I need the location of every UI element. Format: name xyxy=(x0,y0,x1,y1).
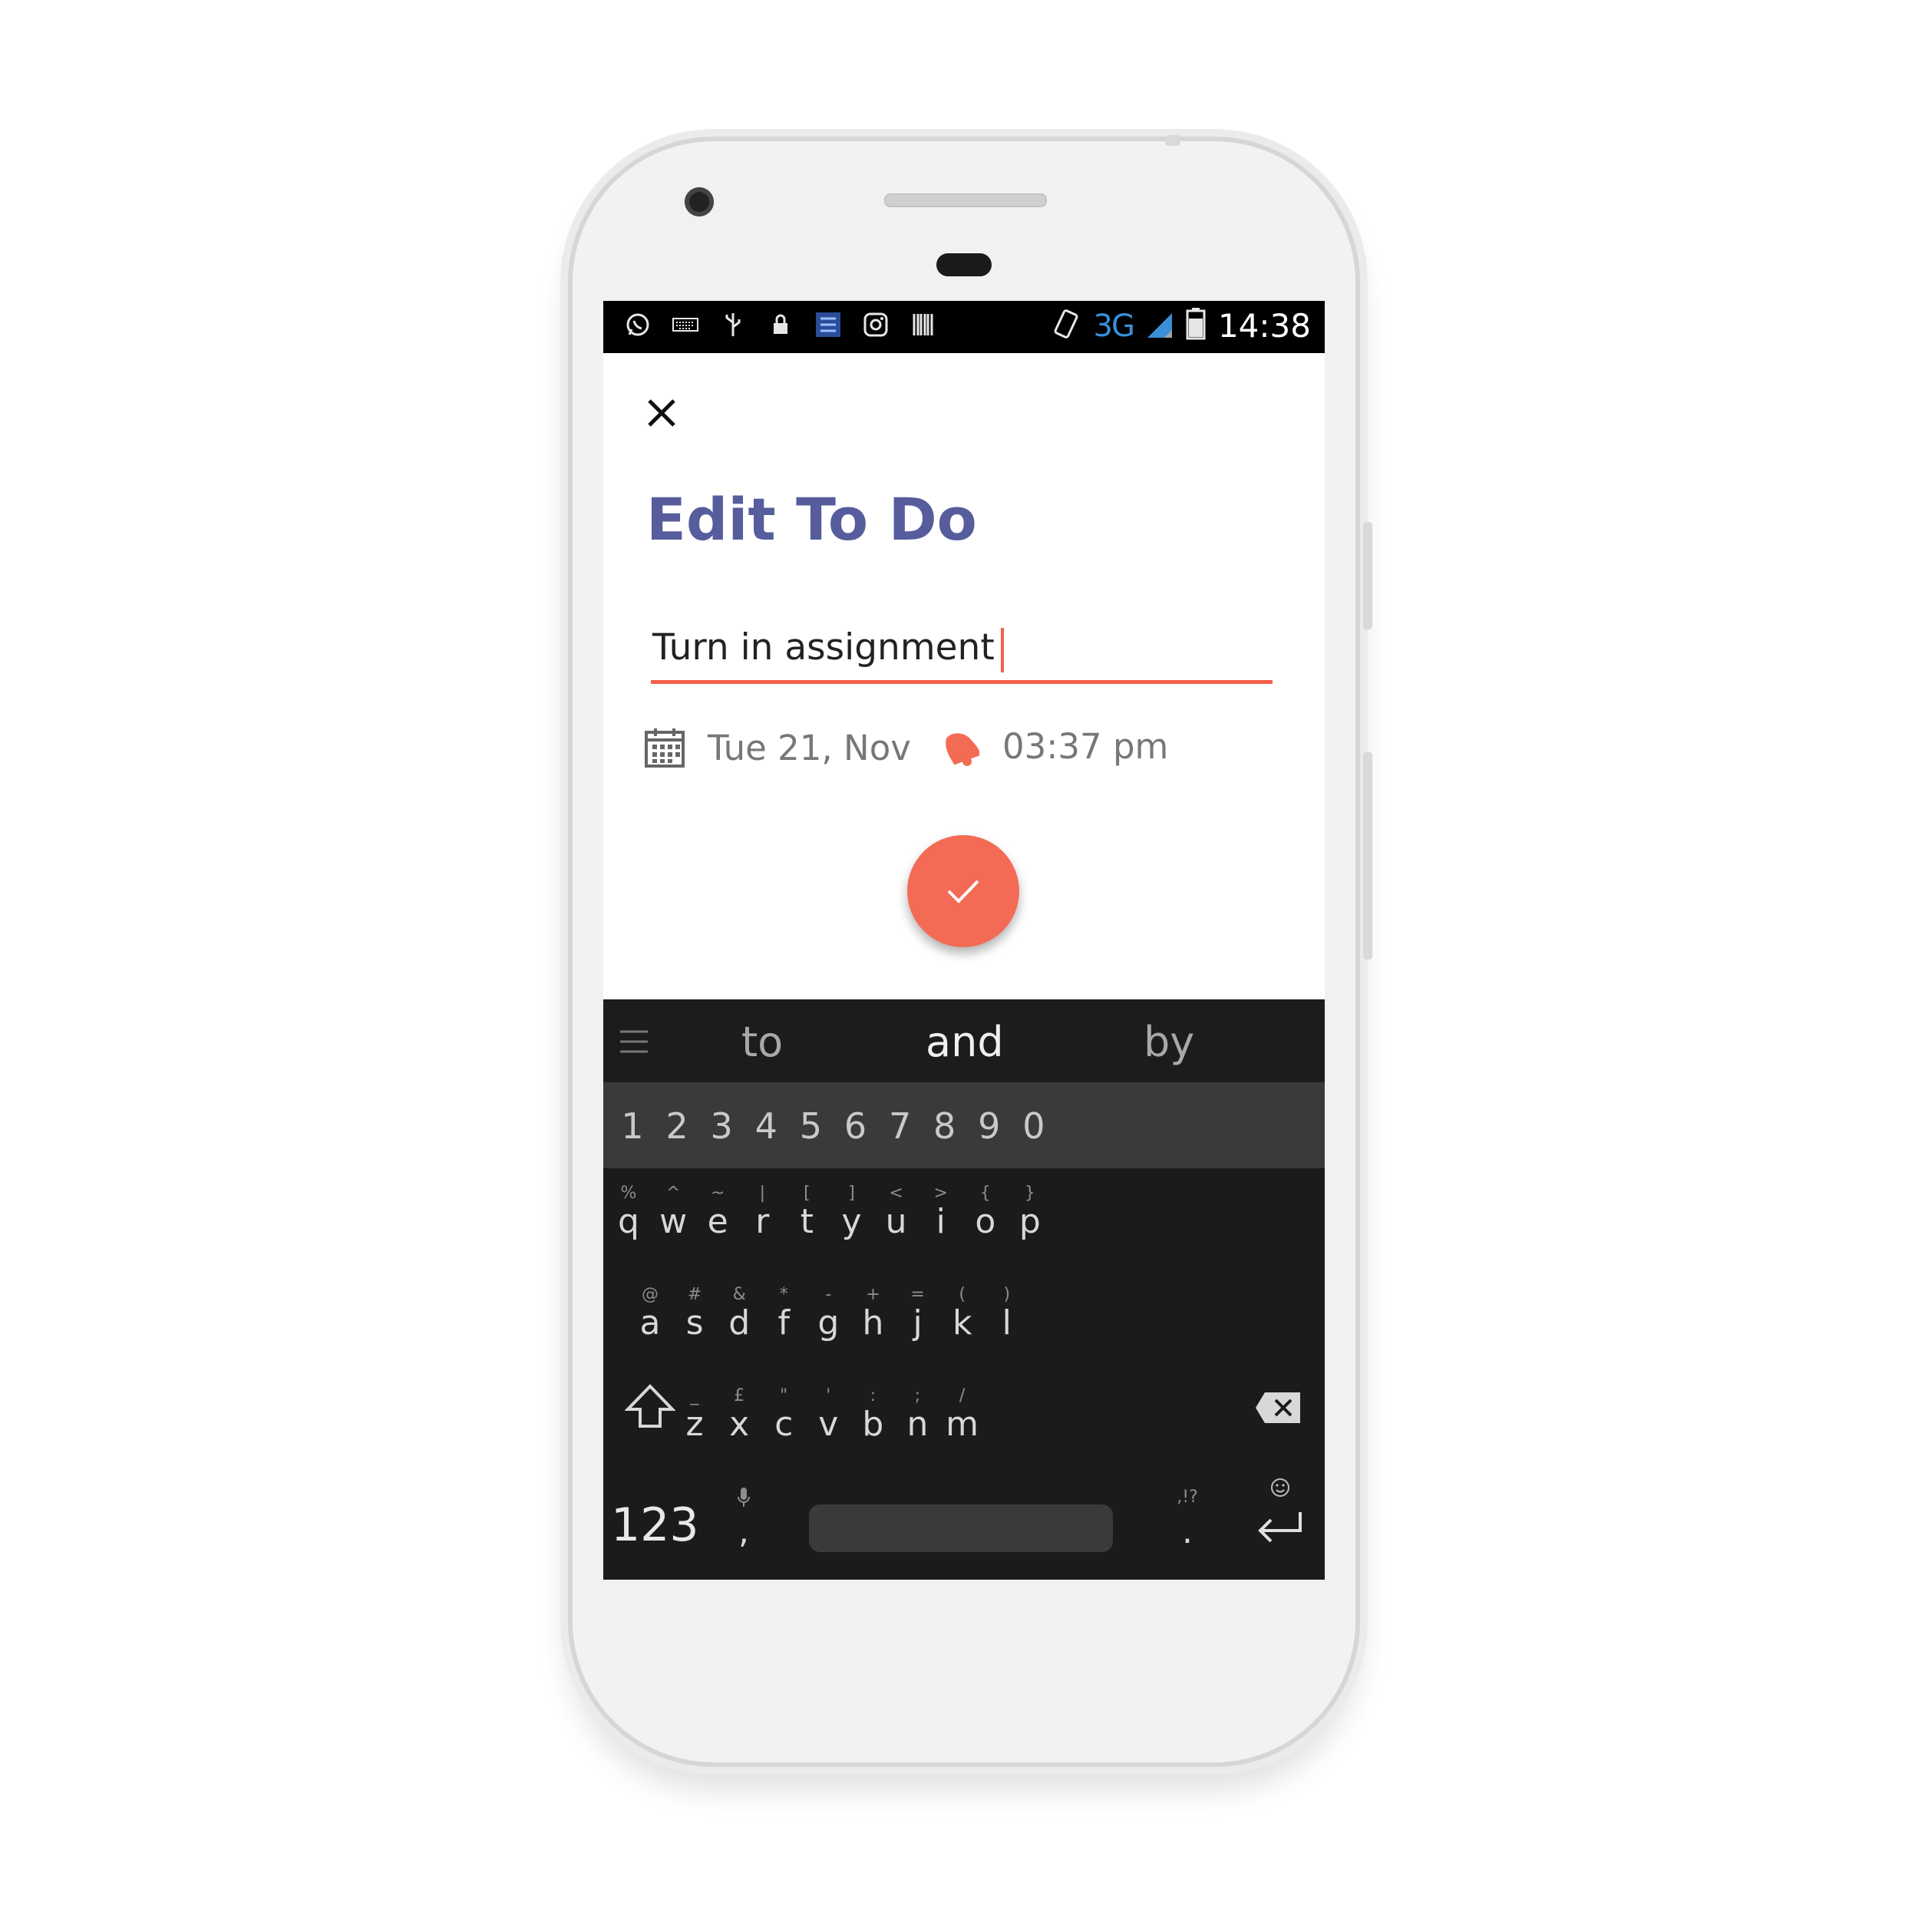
date-value: Tue 21, Nov xyxy=(708,727,911,768)
text-caret xyxy=(1000,627,1004,672)
enter-key[interactable] xyxy=(1253,1477,1306,1554)
keyboard-icon xyxy=(672,312,698,338)
comma-label: , xyxy=(738,1512,749,1551)
power-button xyxy=(1363,522,1372,629)
network-type: 3G xyxy=(1093,308,1135,344)
close-button[interactable] xyxy=(643,395,680,431)
notification-icons xyxy=(625,312,936,338)
whatsapp-icon xyxy=(625,312,651,338)
soft-keyboard: to and by 1234567890 123 , ,!? . % q ^ w… xyxy=(603,999,1325,1580)
number-key-8[interactable]: 8 xyxy=(922,1105,968,1147)
time-value: 03:37 pm xyxy=(1002,726,1169,767)
backspace-icon xyxy=(1256,1392,1300,1423)
screen: 3G 14:38 Edit To Do Turn in assignment T… xyxy=(603,301,1325,1580)
usb-icon xyxy=(720,312,746,338)
key-label: p xyxy=(1018,1202,1041,1241)
mic-icon xyxy=(717,1488,771,1514)
key-l[interactable]: ) l xyxy=(980,1285,1034,1342)
front-camera xyxy=(685,187,714,216)
key-alt-label: ) xyxy=(1003,1285,1011,1304)
task-input[interactable]: Turn in assignment xyxy=(651,619,1273,684)
number-key-6[interactable]: 6 xyxy=(833,1105,879,1147)
number-key-3[interactable]: 3 xyxy=(698,1105,744,1147)
page-title: Edit To Do xyxy=(646,485,977,553)
number-key-1[interactable]: 1 xyxy=(609,1105,655,1147)
period-label: . xyxy=(1182,1512,1193,1551)
key-label: m xyxy=(946,1405,979,1444)
key-m[interactable]: / m xyxy=(936,1386,989,1443)
menu-icon[interactable] xyxy=(619,1029,649,1055)
suggestion-right[interactable]: by xyxy=(1144,1018,1194,1066)
number-key-4[interactable]: 4 xyxy=(743,1105,789,1147)
task-list-icon xyxy=(815,312,841,338)
number-row: 1234567890 xyxy=(603,1082,1325,1168)
instagram-icon xyxy=(863,312,889,338)
key-p[interactable]: } p xyxy=(1003,1184,1057,1240)
vibrate-icon xyxy=(1051,307,1081,345)
task-input-value: Turn in assignment xyxy=(652,626,1004,672)
key-alt-label: } xyxy=(1024,1184,1035,1203)
backspace-key[interactable] xyxy=(1254,1391,1305,1429)
save-button[interactable] xyxy=(907,835,1019,947)
number-key-0[interactable]: 0 xyxy=(1011,1105,1057,1147)
space-bar[interactable] xyxy=(809,1504,1113,1552)
comma-key[interactable]: , xyxy=(717,1488,771,1551)
volume-button xyxy=(1363,752,1372,959)
date-picker[interactable]: Tue 21, Nov xyxy=(643,726,911,769)
check-icon xyxy=(947,880,979,903)
enter-icon xyxy=(1258,1512,1302,1543)
number-key-7[interactable]: 7 xyxy=(877,1105,923,1147)
period-alt-label: ,!? xyxy=(1177,1488,1198,1507)
bell-icon xyxy=(946,732,979,766)
battery-icon xyxy=(1186,308,1206,344)
status-clock: 14:38 xyxy=(1217,307,1311,345)
suggestion-center[interactable]: and xyxy=(926,1018,1004,1066)
proximity-sensor xyxy=(936,253,992,276)
top-button xyxy=(1165,135,1180,146)
number-key-5[interactable]: 5 xyxy=(787,1105,834,1147)
close-icon xyxy=(648,399,675,427)
key-label: l xyxy=(1002,1303,1012,1342)
symbols-key[interactable]: 123 xyxy=(611,1498,699,1552)
status-right: 3G 14:38 xyxy=(1051,307,1311,345)
suggestion-bar: to and by xyxy=(603,999,1325,1082)
suggestion-left[interactable]: to xyxy=(741,1018,783,1066)
emoji-icon xyxy=(1271,1478,1289,1497)
period-key[interactable]: ,!? . xyxy=(1160,1488,1214,1551)
status-bar: 3G 14:38 xyxy=(603,301,1325,353)
number-key-2[interactable]: 2 xyxy=(654,1105,700,1147)
lock-icon xyxy=(768,312,794,338)
earpiece-speaker xyxy=(884,193,1047,207)
calendar-icon xyxy=(645,728,685,768)
signal-icon xyxy=(1146,309,1174,343)
key-alt-label: / xyxy=(959,1386,966,1405)
time-picker[interactable]: 03:37 pm xyxy=(943,726,1168,767)
number-key-9[interactable]: 9 xyxy=(966,1105,1012,1147)
barcode-icon xyxy=(910,312,936,338)
